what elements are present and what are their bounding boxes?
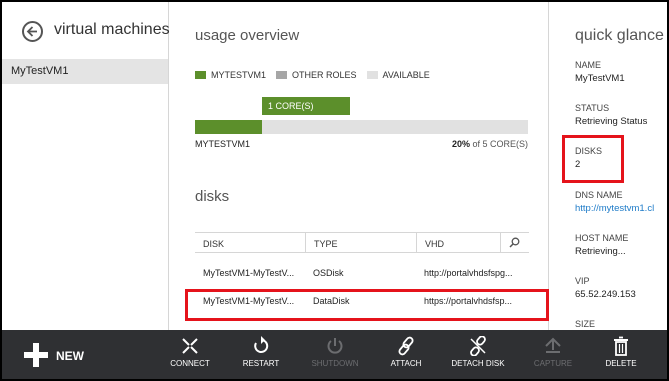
vm-list-panel: virtual machines MyTestVM1 <box>2 2 170 330</box>
field-value-vip: 65.52.249.153 <box>575 289 636 300</box>
disk-name-cell: MyTestVM1-MyTestV... <box>203 268 295 278</box>
main-content: usage overview MYTESTVM1 OTHER ROLES AVA… <box>170 2 549 330</box>
core-usage-bar <box>195 120 528 134</box>
field-label-dns: DNS NAME <box>575 190 623 200</box>
usage-legend: MYTESTVM1 OTHER ROLES AVAILABLE <box>195 70 440 80</box>
restart-button[interactable]: RESTART <box>233 336 289 376</box>
table-row[interactable]: MyTestVM1-MyTestV... OSDisk http://porta… <box>195 259 529 287</box>
attach-label: ATTACH <box>390 359 422 368</box>
panel-title: virtual machines <box>54 21 170 38</box>
legend-swatch <box>366 71 378 79</box>
plus-icon <box>24 343 48 367</box>
legend-label: AVAILABLE <box>382 70 430 80</box>
legend-swatch <box>276 71 288 79</box>
quick-glance-heading: quick glance <box>575 27 664 44</box>
capture-button[interactable]: CAPTURE <box>525 336 581 376</box>
field-label-status: STATUS <box>575 103 610 113</box>
back-button[interactable] <box>22 21 43 42</box>
detach-icon <box>470 336 486 356</box>
connect-button[interactable]: CONNECT <box>162 336 218 376</box>
restart-icon <box>254 336 269 353</box>
core-usage-percent: 20% of 5 CORE(S) <box>452 139 528 149</box>
legend-label: MYTESTVM1 <box>211 70 267 80</box>
back-arrow-icon <box>26 26 37 37</box>
field-label-size: SIZE <box>575 319 596 329</box>
field-label-name: NAME <box>575 60 602 70</box>
attach-icon <box>398 336 414 356</box>
legend-item-vm: MYTESTVM1 <box>195 70 266 80</box>
column-header-type[interactable]: TYPE <box>305 233 415 252</box>
core-usage-bar-fill <box>195 120 262 134</box>
power-icon <box>327 338 343 354</box>
highlight-box-disks <box>562 135 624 183</box>
new-button-label: NEW <box>56 349 84 363</box>
disk-type-cell: OSDisk <box>313 268 344 278</box>
disk-vhd-cell: http://portalvhdsfspg... <box>424 268 513 278</box>
highlight-box-datadisk <box>185 289 549 321</box>
delete-label: DELETE <box>605 359 637 368</box>
disks-table-header: DISK TYPE VHD <box>195 232 529 253</box>
field-label-hostname: HOST NAME <box>575 233 629 243</box>
shutdown-label: SHUTDOWN <box>311 359 359 368</box>
column-header-vhd[interactable]: VHD <box>416 233 500 252</box>
command-bar: NEW CONNECT RESTART SHUTDOWN ATTACH DETA… <box>2 330 667 379</box>
portal-window: virtual machines MyTestVM1 usage overvie… <box>2 2 667 379</box>
new-button[interactable]: NEW <box>24 340 104 370</box>
percent-rest: of 5 CORE(S) <box>469 139 528 149</box>
field-value-name: MyTestVM1 <box>575 73 625 84</box>
delete-button[interactable]: DELETE <box>593 336 649 376</box>
legend-item-available: AVAILABLE <box>366 70 430 80</box>
capture-icon <box>545 337 561 353</box>
field-value-hostname: Retrieving... <box>575 246 626 257</box>
field-value-status: Retrieving Status <box>575 116 648 127</box>
field-label-vip: VIP <box>575 276 590 286</box>
detach-disk-label: DETACH DISK <box>451 359 505 368</box>
vm-list-item[interactable]: MyTestVM1 <box>2 59 168 84</box>
percent-value: 20% <box>451 139 470 149</box>
connect-icon <box>182 338 198 354</box>
quick-glance-panel: quick glance NAME MyTestVM1 STATUS Retri… <box>550 2 667 330</box>
core-usage-bar-label: MYTESTVM1 <box>195 139 251 149</box>
dns-name-link[interactable]: http://mytestvm1.cl <box>575 203 667 214</box>
core-usage-tag: 1 CORE(S) <box>262 97 350 115</box>
capture-label: CAPTURE <box>533 359 573 368</box>
legend-item-other: OTHER ROLES <box>276 70 357 80</box>
legend-swatch <box>195 71 206 79</box>
usage-overview-heading: usage overview <box>195 27 300 44</box>
trash-icon <box>614 336 628 356</box>
attach-button[interactable]: ATTACH <box>378 336 434 376</box>
shutdown-button[interactable]: SHUTDOWN <box>307 336 363 376</box>
detach-disk-button[interactable]: DETACH DISK <box>450 336 506 376</box>
restart-label: RESTART <box>242 359 280 368</box>
column-header-disk[interactable]: DISK <box>195 233 305 252</box>
disks-heading: disks <box>195 188 230 205</box>
search-icon <box>509 237 520 248</box>
connect-label: CONNECT <box>170 359 210 368</box>
search-button[interactable] <box>500 233 529 252</box>
legend-label: OTHER ROLES <box>292 70 357 80</box>
